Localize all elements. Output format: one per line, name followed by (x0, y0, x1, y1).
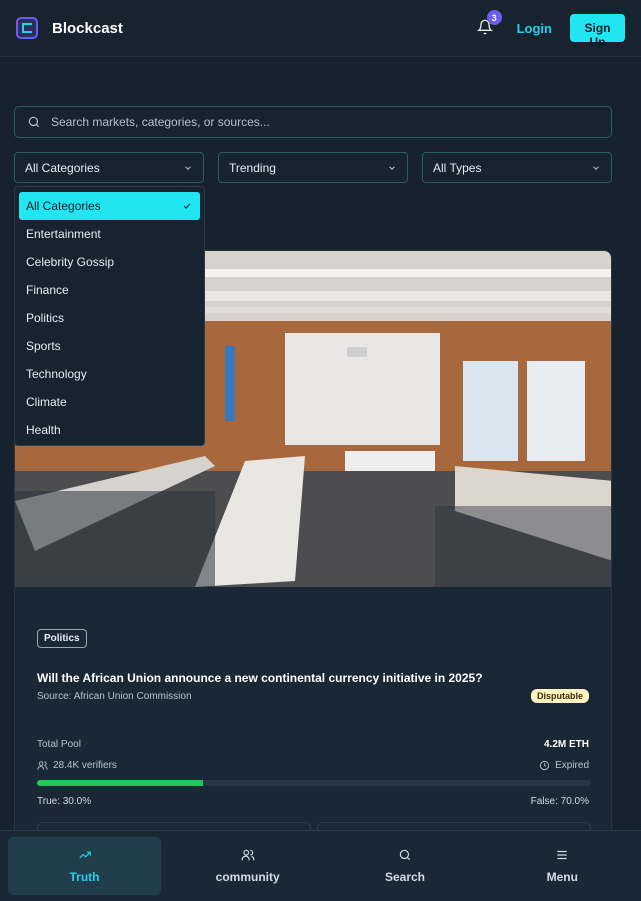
logo-icon[interactable] (16, 17, 38, 39)
total-pool-label: Total Pool (37, 739, 81, 750)
category-dropdown-menu: All Categories Entertainment Celebrity Gos… (14, 186, 205, 446)
dropdown-option-label: Sports (26, 339, 61, 353)
true-percentage: True: 30.0% (37, 796, 92, 807)
nav-item-label: Search (384, 870, 425, 884)
category-tag: Politics (37, 629, 87, 648)
dropdown-option-entertainment[interactable]: Entertainment (19, 220, 200, 248)
chevron-down-icon (185, 165, 191, 170)
dropdown-option-label: Entertainment (26, 227, 101, 241)
bottom-navigation: Truth community Search Menu (0, 830, 641, 901)
dropdown-option-technology[interactable]: Technology (19, 360, 200, 388)
dropdown-option-label: Technology (26, 367, 87, 381)
dropdown-option-label: Climate (26, 395, 67, 409)
notifications-button[interactable]: 3 (476, 10, 502, 37)
app-header: Blockcast 3 Login Sign Up (0, 0, 641, 57)
market-source: Source: African Union Commission (37, 691, 192, 702)
nav-item-menu[interactable]: Menu (484, 831, 641, 901)
dropdown-option-sports[interactable]: Sports (19, 332, 200, 360)
false-percentage: False: 70.0% (530, 796, 589, 807)
sort-filter-select[interactable]: Trending (218, 152, 408, 183)
dropdown-option-finance[interactable]: Finance (19, 276, 200, 304)
nav-item-label: Truth (69, 870, 100, 884)
category-filter-select[interactable]: All Categories (14, 152, 204, 183)
dropdown-option-climate[interactable]: Climate (19, 388, 200, 416)
market-question[interactable]: Will the African Union announce a new co… (37, 671, 483, 685)
search-input[interactable] (51, 115, 571, 129)
dropdown-option-politics[interactable]: Politics (19, 304, 200, 332)
menu-icon (557, 850, 567, 860)
trending-up-icon (78, 851, 91, 859)
search-bar[interactable] (14, 106, 612, 138)
category-filter-value: All Categories (25, 160, 100, 175)
status-badge: Disputable (530, 689, 589, 703)
type-filter-select[interactable]: All Types (422, 152, 612, 183)
verifiers-text: 28.4K verifiers (53, 760, 117, 771)
users-icon (37, 761, 48, 770)
brand-name[interactable]: Blockcast (52, 20, 123, 37)
true-progress-fill (37, 780, 204, 786)
search-icon (28, 116, 40, 128)
users-icon (241, 849, 255, 861)
header-actions: 3 Login Sign Up (476, 10, 625, 49)
dropdown-option-label: Celebrity Gossip (26, 255, 115, 269)
dropdown-option-label: Politics (26, 311, 65, 325)
expiry-text: Expired (555, 760, 589, 771)
total-pool-value: 4.2M ETH (543, 739, 589, 750)
check-icon (183, 203, 191, 209)
type-filter-value: All Types (433, 160, 482, 175)
dropdown-option-label: All Categories (26, 199, 101, 213)
chevron-down-icon (389, 165, 395, 170)
nav-item-truth[interactable]: Truth (8, 837, 161, 895)
nav-item-community[interactable]: community (169, 831, 326, 901)
login-button[interactable]: Login (517, 21, 552, 36)
dropdown-option-celebrity-gossip[interactable]: Celebrity Gossip (19, 248, 200, 276)
expiry-status: Expired (539, 760, 589, 771)
dropdown-option-label: Finance (26, 283, 69, 297)
signup-button[interactable]: Sign Up (570, 14, 625, 49)
sort-filter-value: Trending (229, 160, 276, 175)
nav-item-label: Menu (546, 870, 578, 884)
nav-item-search[interactable]: Search (326, 831, 483, 901)
clock-icon (540, 760, 550, 771)
dropdown-option-label: Health (26, 423, 61, 437)
true-false-progress-bar (37, 780, 591, 786)
verifiers-count: 28.4K verifiers (37, 760, 117, 771)
search-icon (399, 849, 411, 861)
dropdown-option-all-categories[interactable]: All Categories (19, 192, 200, 220)
nav-item-label: community (215, 870, 280, 884)
dropdown-option-health[interactable]: Health (19, 416, 200, 444)
chevron-down-icon (593, 165, 599, 170)
notification-count-badge: 3 (486, 10, 502, 25)
